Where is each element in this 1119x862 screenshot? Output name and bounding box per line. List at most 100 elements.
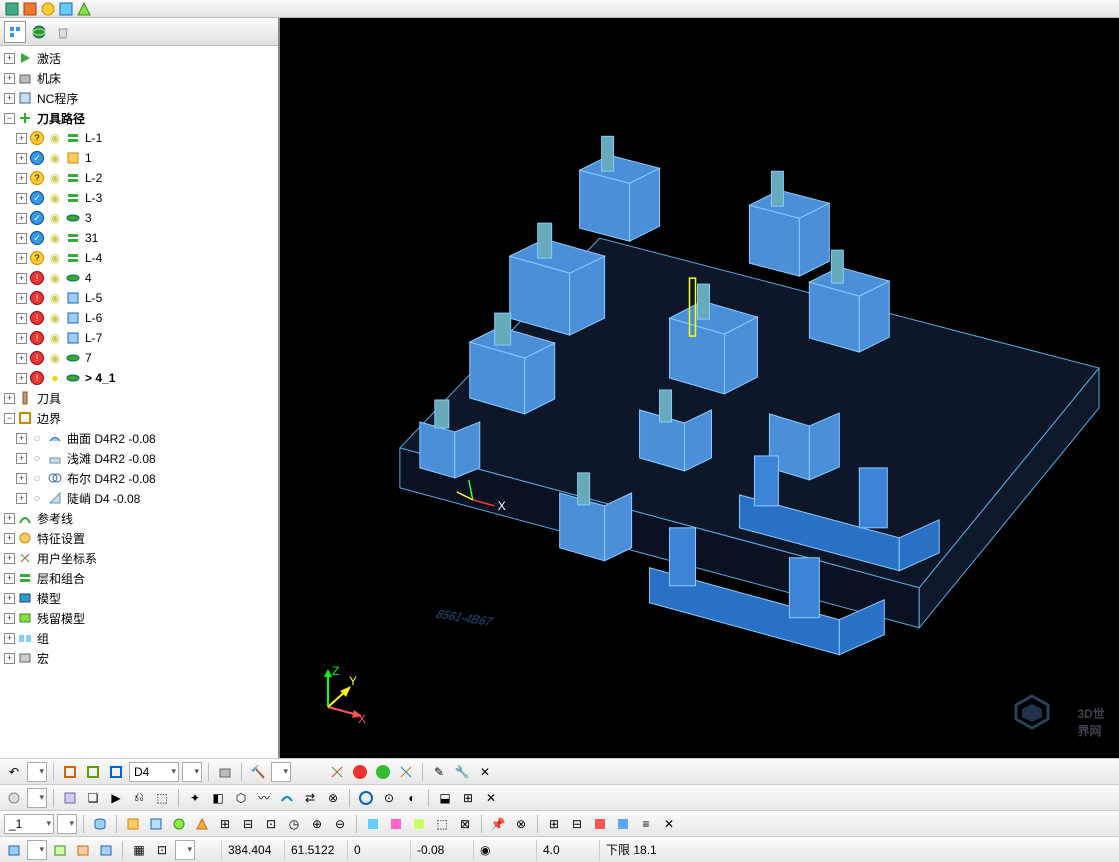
expander-icon[interactable]: + [16, 333, 27, 344]
icon[interactable]: ⊟ [238, 814, 258, 834]
tree-item[interactable]: + !● > 4_1 [0, 368, 278, 388]
tree-item[interactable]: + !◉ L-6 [0, 308, 278, 328]
tab-tree-icon[interactable] [4, 21, 26, 43]
expander-icon[interactable]: + [16, 253, 27, 264]
toolbar-icon[interactable] [58, 1, 74, 17]
icon[interactable] [169, 814, 189, 834]
icon[interactable] [4, 788, 24, 808]
icon[interactable] [73, 840, 93, 860]
expander-icon[interactable]: + [4, 533, 15, 544]
icon[interactable] [409, 814, 429, 834]
expander-icon[interactable]: + [4, 573, 15, 584]
icon[interactable] [363, 814, 383, 834]
cube-icon[interactable] [4, 840, 24, 860]
roi3-icon[interactable] [106, 762, 126, 782]
dropdown[interactable] [27, 788, 47, 808]
icon[interactable] [590, 814, 610, 834]
icon[interactable]: ⊞ [544, 814, 564, 834]
close-icon[interactable]: ✕ [481, 788, 501, 808]
icon[interactable] [146, 814, 166, 834]
expander-icon[interactable]: − [4, 113, 15, 124]
expander-icon[interactable]: + [16, 473, 27, 484]
dropdown[interactable] [175, 840, 195, 860]
expander-icon[interactable]: + [16, 313, 27, 324]
icon[interactable]: ⊞ [458, 788, 478, 808]
icon[interactable]: ⊗ [323, 788, 343, 808]
tree-item[interactable]: + 残留模型 [0, 608, 278, 628]
icon[interactable] [96, 840, 116, 860]
tree-item[interactable]: + 机床 [0, 68, 278, 88]
hammer-icon[interactable]: 🔨 [248, 762, 268, 782]
expander-icon[interactable]: − [4, 413, 15, 424]
expander-icon[interactable]: + [4, 513, 15, 524]
tree-item[interactable]: − 刀具路径 [0, 108, 278, 128]
expander-icon[interactable]: + [4, 53, 15, 64]
expander-icon[interactable]: + [16, 293, 27, 304]
history-icon[interactable]: ↶ [4, 762, 24, 782]
expander-icon[interactable]: + [16, 353, 27, 364]
wrench-icon[interactable]: 🔧 [452, 762, 472, 782]
expander-icon[interactable]: + [16, 193, 27, 204]
icon[interactable]: ◧ [208, 788, 228, 808]
expander-icon[interactable]: + [4, 653, 15, 664]
tree-item[interactable]: + ?◉ L-1 [0, 128, 278, 148]
dropdown[interactable] [182, 762, 202, 782]
expander-icon[interactable]: + [4, 553, 15, 564]
icon[interactable]: ⎌ [129, 788, 149, 808]
tree-item[interactable]: + !◉ 4 [0, 268, 278, 288]
toolbar-icon[interactable] [22, 1, 38, 17]
tab-bin-icon[interactable] [52, 21, 74, 43]
icon[interactable]: ⊠ [455, 814, 475, 834]
icon[interactable] [60, 788, 80, 808]
star-icon[interactable]: ✦ [185, 788, 205, 808]
tree-item[interactable]: + ?◉ L-4 [0, 248, 278, 268]
expander-icon[interactable]: + [4, 393, 15, 404]
tool-combo[interactable]: D4 [129, 762, 179, 782]
pin-icon[interactable]: 📌 [488, 814, 508, 834]
ring-icon[interactable] [356, 788, 376, 808]
icon[interactable]: ⇄ [300, 788, 320, 808]
tree-item[interactable]: − 边界 [0, 408, 278, 428]
icon[interactable]: ⊡ [152, 840, 172, 860]
tree-item[interactable]: + 刀具 [0, 388, 278, 408]
icon[interactable] [50, 840, 70, 860]
dropdown[interactable] [27, 840, 47, 860]
expander-icon[interactable]: + [16, 373, 27, 384]
tree-item[interactable]: + ✓◉ 1 [0, 148, 278, 168]
icon[interactable]: ❏ [83, 788, 103, 808]
tree-item[interactable]: + ✓◉ L-3 [0, 188, 278, 208]
tree-item[interactable]: + ○ 布尔 D4R2 -0.08 [0, 468, 278, 488]
play-icon[interactable]: ▶ [106, 788, 126, 808]
roi-icon[interactable] [60, 762, 80, 782]
expander-icon[interactable]: + [4, 93, 15, 104]
expander-icon[interactable]: + [16, 433, 27, 444]
icon[interactable] [613, 814, 633, 834]
viewport-3d[interactable]: 8561-4B67 X Z Y X 3D世界网 [280, 18, 1119, 758]
tree-item[interactable]: + ?◉ L-2 [0, 168, 278, 188]
tree-view[interactable]: + 激活 + 机床 + NC程序 − 刀具路径 + ?◉ L-1 + ✓◉ 1 … [0, 46, 278, 758]
icon[interactable]: ⊙ [379, 788, 399, 808]
tree-item[interactable]: + ○ 曲面 D4R2 -0.08 [0, 428, 278, 448]
tree-item[interactable]: + !◉ L-5 [0, 288, 278, 308]
tree-item[interactable]: + 模型 [0, 588, 278, 608]
icon[interactable]: ⊟ [567, 814, 587, 834]
ball-r-icon[interactable] [350, 762, 370, 782]
expander-icon[interactable]: + [4, 633, 15, 644]
cube-icon[interactable] [215, 762, 235, 782]
tree-item[interactable]: + 组 [0, 628, 278, 648]
tree-item[interactable]: + NC程序 [0, 88, 278, 108]
close-icon[interactable]: ✕ [475, 762, 495, 782]
pencil-icon[interactable]: ✎ [429, 762, 449, 782]
icon[interactable]: ⬓ [435, 788, 455, 808]
toolbar-icon[interactable] [4, 1, 20, 17]
close-icon[interactable]: ✕ [659, 814, 679, 834]
grid-icon[interactable]: ▦ [129, 840, 149, 860]
expander-icon[interactable]: + [4, 593, 15, 604]
icon[interactable]: ⊞ [215, 814, 235, 834]
icon[interactable] [123, 814, 143, 834]
tree-item[interactable]: + 层和组合 [0, 568, 278, 588]
tree-item[interactable]: + ✓◉ 31 [0, 228, 278, 248]
toolbar-icon[interactable] [40, 1, 56, 17]
icon[interactable]: ⊗ [511, 814, 531, 834]
icon[interactable]: ⊕ [307, 814, 327, 834]
